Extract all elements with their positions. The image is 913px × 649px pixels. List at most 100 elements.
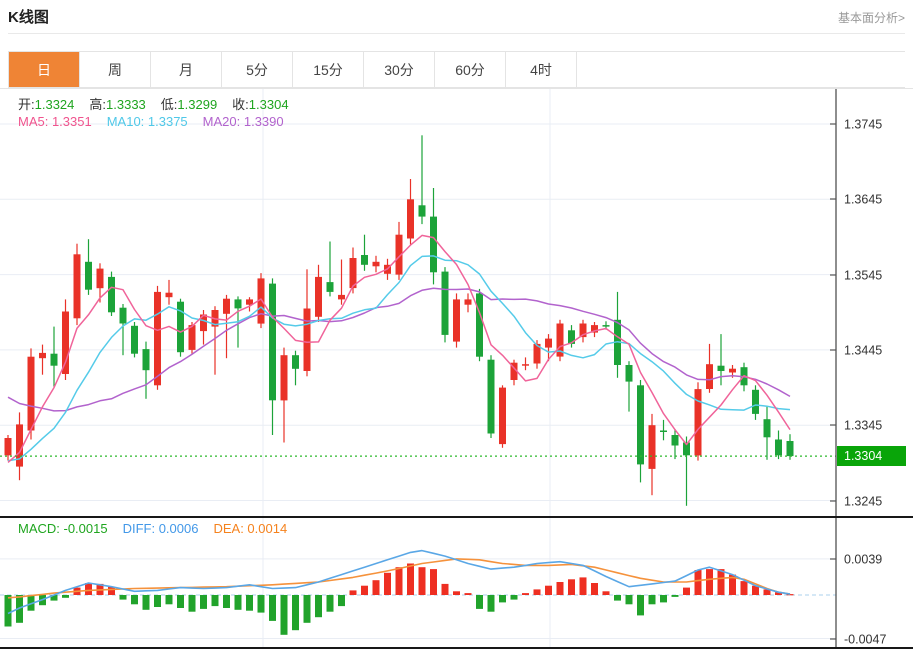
candle-body [729,369,736,373]
candle-body [637,385,644,464]
macd-bar [407,564,414,596]
macd-bar [683,588,690,595]
macd-bar [741,581,748,595]
candle-body [51,354,58,366]
candle-body [131,326,138,354]
candle-body [672,435,679,446]
macd-row-item: DIFF: 0.0006 [123,521,199,536]
candle-body [787,441,794,456]
macd-bar [442,584,449,595]
macd-bar [223,595,230,608]
macd-bar [476,595,483,609]
macd-bar [85,583,92,595]
macd-bar [488,595,495,612]
candle-body [143,349,150,370]
candle-body [465,299,472,304]
macd-bar [557,582,564,595]
ohlc-row-item: 收:1.3304 [232,94,288,113]
candle-body [718,366,725,371]
macd-bar [718,569,725,595]
macd-bar [177,595,184,608]
candle-body [419,205,426,216]
tab-周[interactable]: 周 [80,52,151,87]
macd-bar [154,595,161,607]
tab-30分[interactable]: 30分 [364,52,435,87]
macd-bar [614,595,621,601]
macd-row-item: DEA: 0.0014 [213,521,287,536]
macd-bar [281,595,288,635]
ma-row-item: MA5: 1.3351 [18,114,92,129]
macd-bar [453,591,460,595]
axis-label: 0.0039 [844,553,882,567]
candle-body [649,425,656,469]
tab-60分[interactable]: 60分 [435,52,506,87]
candle-body [442,272,449,335]
candle-body [660,431,667,433]
candle-body [108,277,115,312]
macd-bar [637,595,644,615]
macd-bar [338,595,345,606]
macd-bar [62,595,69,598]
ohlc-row-item: 低:1.3299 [161,94,217,113]
candle-body [338,295,345,300]
macd-bar [591,583,598,595]
macd-bar [465,593,472,595]
candle-body [775,440,782,456]
macd-bar [649,595,656,604]
macd-bar [603,591,610,595]
macd-bar [626,595,633,604]
macd-bar [695,570,702,595]
tab-日[interactable]: 日 [9,52,80,87]
macd-bar [327,595,334,612]
macd-bar [660,595,667,602]
candle-body [62,312,69,375]
candle-body [603,325,610,327]
current-price-badge: 1.3304 [837,446,906,466]
macd-bar [522,593,529,595]
macd-bar [189,595,196,612]
macd-readout: MACD: -0.0015DIFF: 0.0006DEA: 0.0014 [18,521,302,536]
kline-page: { "header": { "title": "K线图", "link": "基… [0,0,913,649]
axis-label: 1.3545 [844,269,882,283]
candle-body [39,353,46,358]
macd-bar [143,595,150,610]
candle-body [28,357,35,431]
candle-body [74,254,81,318]
ohlc-row-item: 高:1.3333 [89,94,145,113]
candle-body [97,269,104,289]
macd-bar [212,595,219,606]
candle-body [752,390,759,414]
tab-15分[interactable]: 15分 [293,52,364,87]
macd-bar [292,595,299,630]
macd-bar [235,595,242,610]
macd-bar [166,595,173,604]
candle-body [5,438,12,455]
tab-月[interactable]: 月 [151,52,222,87]
macd-bar [373,580,380,595]
fundamental-analysis-link[interactable]: 基本面分析> [838,9,905,26]
macd-bar [361,586,368,595]
macd-bar [5,595,12,627]
macd-bar [384,573,391,595]
candle-body [189,325,196,350]
candle-body [223,299,230,314]
candle-body [764,419,771,437]
ohlc-readout: 开:1.3324高:1.3333低:1.3299收:1.3304 [18,94,304,113]
candle-body [304,309,311,372]
macd-bar [120,595,127,600]
candle-body [626,365,633,382]
candle-body [120,308,127,324]
ma-row-item: MA20: 1.3390 [203,114,284,129]
macd-bar [315,595,322,617]
candle-body [476,293,483,356]
macd-bar [396,567,403,595]
ma10-line [8,256,790,461]
tab-4时[interactable]: 4时 [506,52,577,87]
axis-label: 1.3645 [844,193,882,207]
macd-bar [430,569,437,595]
candle-body [522,364,529,366]
axis-label: -0.0047 [844,633,886,647]
tab-5分[interactable]: 5分 [222,52,293,87]
page-title: K线图 [8,6,49,27]
period-tab-bar: 日周月5分15分30分60分4时 [8,51,905,88]
